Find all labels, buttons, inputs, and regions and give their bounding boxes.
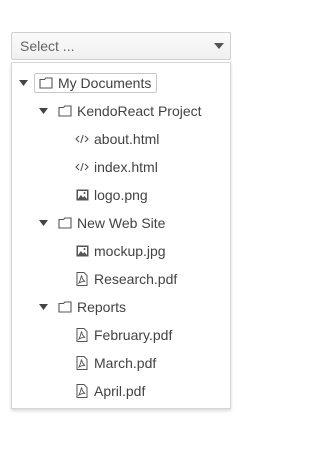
folder-icon — [58, 104, 72, 118]
tree-item-february-pdf[interactable]: February.pdf — [75, 321, 172, 349]
tree-item-new-web-site[interactable]: New Web Site — [58, 209, 165, 237]
folder-icon — [58, 300, 72, 314]
tree-item-label: February.pdf — [94, 327, 173, 343]
tree-item-about-html[interactable]: about.html — [75, 125, 159, 153]
tree-item-label: index.html — [94, 159, 158, 175]
tree-item-label: My Documents — [58, 75, 152, 91]
tree-item-label: mockup.jpg — [94, 243, 166, 259]
tree-item-kendoreact-project[interactable]: KendoReact Project — [58, 97, 202, 125]
dropdown-tree[interactable]: Select ... — [11, 32, 231, 60]
tree-item-label: logo.png — [94, 187, 148, 203]
folder-icon — [58, 216, 72, 230]
collapse-icon[interactable] — [37, 301, 49, 313]
tree-item-mockup-jpg[interactable]: mockup.jpg — [75, 237, 166, 265]
collapse-icon[interactable] — [37, 217, 49, 229]
tree-item-label: Reports — [77, 299, 127, 315]
tree-item-reports[interactable]: Reports — [58, 293, 126, 321]
caret-down-icon[interactable] — [208, 43, 230, 49]
code-icon — [75, 132, 89, 146]
pdf-icon — [75, 384, 89, 398]
pdf-icon — [75, 356, 89, 370]
tree-item-label: about.html — [94, 131, 160, 147]
pdf-icon — [75, 328, 89, 342]
tree-item-april-pdf[interactable]: April.pdf — [75, 377, 145, 405]
code-icon — [75, 160, 89, 174]
dropdown-value: Select ... — [20, 38, 75, 54]
tree-item-my-documents[interactable]: My Documents — [34, 69, 158, 97]
tree-item-label: KendoReact Project — [77, 103, 202, 119]
folder-icon — [39, 76, 53, 90]
tree-item-label: Research.pdf — [94, 271, 178, 287]
tree-item-index-html[interactable]: index.html — [75, 153, 158, 181]
collapse-icon[interactable] — [37, 105, 49, 117]
tree-item-label: New Web Site — [77, 215, 166, 231]
tree-item-research-pdf[interactable]: Research.pdf — [75, 265, 177, 293]
pdf-icon — [75, 272, 89, 286]
collapse-icon[interactable] — [17, 77, 29, 89]
tree-item-label: April.pdf — [94, 383, 146, 399]
image-icon — [75, 244, 89, 258]
image-icon — [75, 188, 89, 202]
tree-popup: My Documents KendoReact Project about.ht… — [11, 62, 231, 409]
tree-item-label: March.pdf — [94, 355, 157, 371]
tree-item-logo-png[interactable]: logo.png — [75, 181, 148, 209]
tree-item-march-pdf[interactable]: March.pdf — [75, 349, 156, 377]
